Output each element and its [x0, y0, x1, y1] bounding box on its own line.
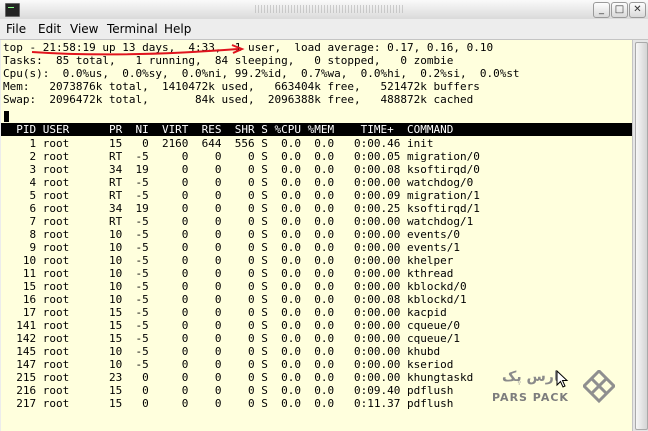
terminal-window: _ □ ✕ File Edit View Terminal Help top -… — [0, 0, 648, 431]
annotation-underline-path — [31, 48, 239, 56]
watermark-latin-text: PARS PACK — [492, 391, 569, 404]
watermark-persian-text: پارس پک — [502, 369, 565, 385]
pars-pack-logo-icon — [583, 370, 615, 404]
mouse-pointer-icon — [556, 370, 569, 388]
pars-pack-watermark: پارس پک PARS PACK — [488, 367, 618, 413]
